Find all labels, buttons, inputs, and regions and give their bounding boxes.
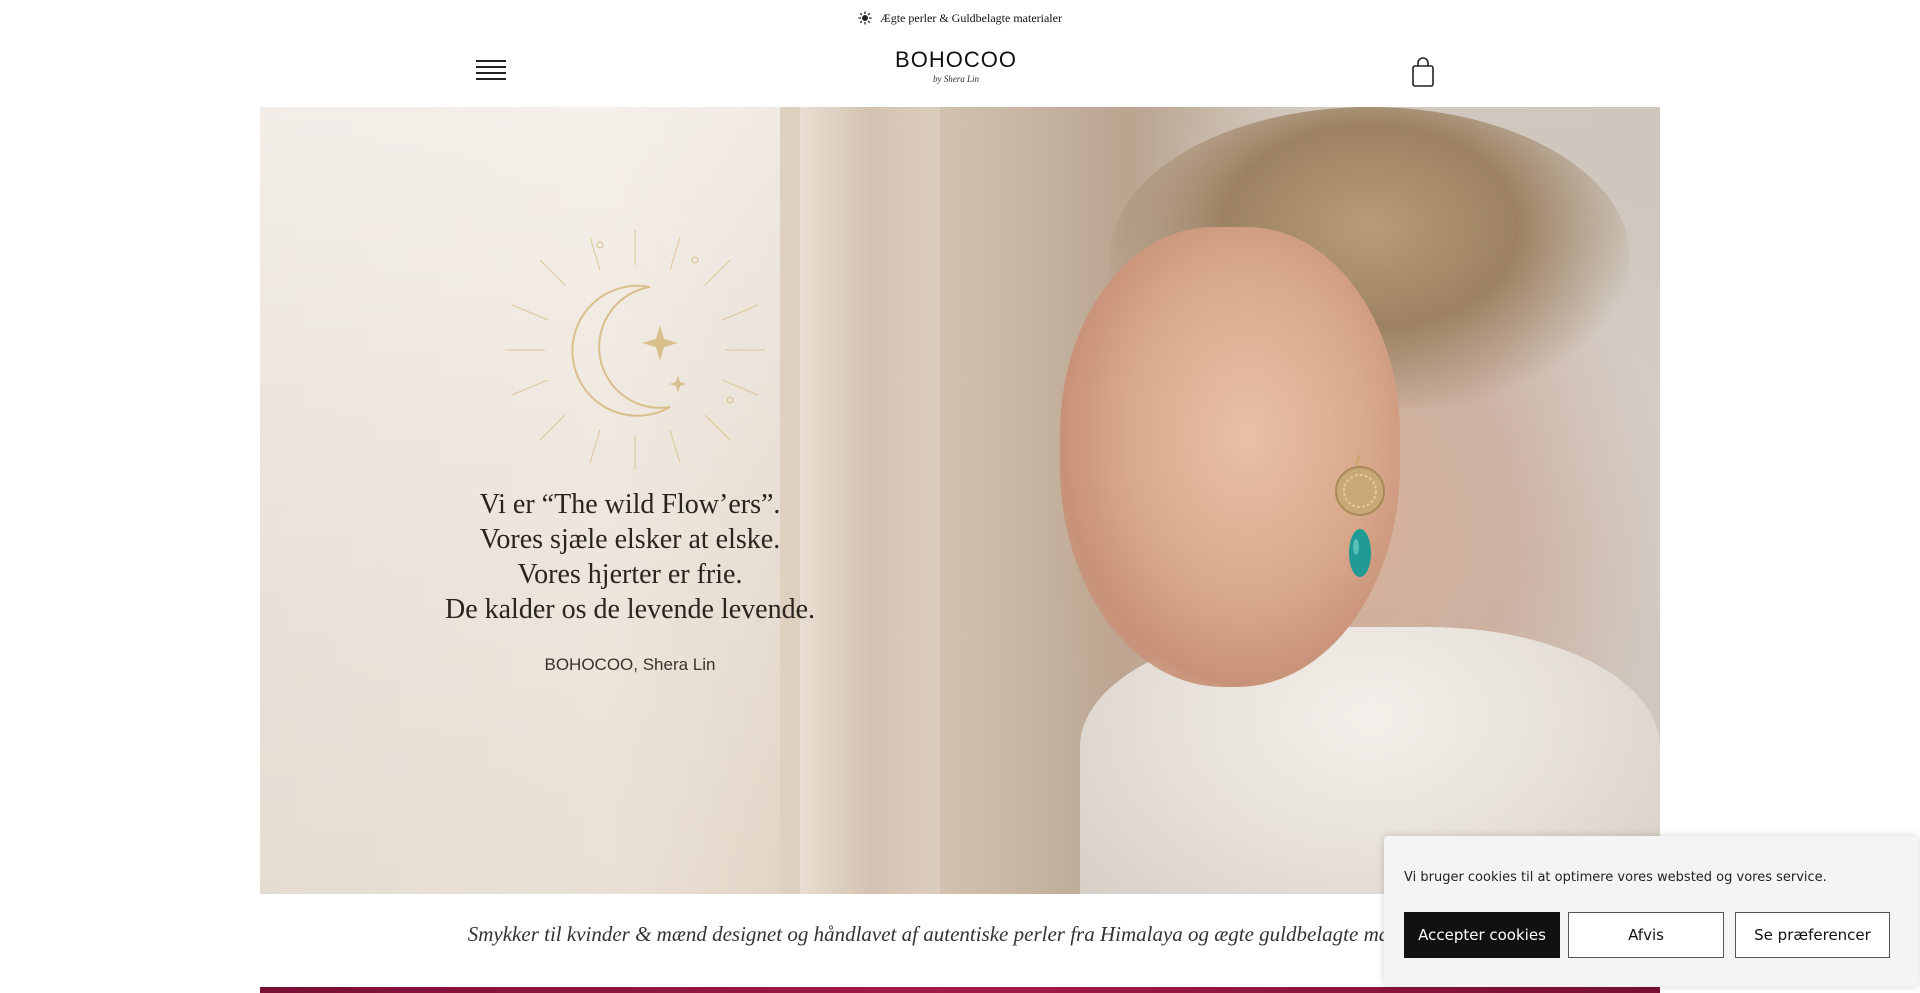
announcement-bar: Ægte perler & Guldbelagte materialer	[0, 0, 1920, 36]
decline-cookies-button[interactable]: Afvis	[1568, 912, 1724, 958]
announcement-text: Ægte perler & Guldbelagte materialer	[880, 10, 1062, 25]
hero-signature: BOHOCOO, Shera Lin	[544, 655, 716, 674]
hero-quote: Vi er “The wild Flow’ers”. Vores sjæle e…	[410, 487, 850, 627]
hamburger-menu-icon[interactable]	[476, 56, 508, 84]
logo-byline: by Shera Lin	[933, 74, 979, 84]
moon-sunburst-icon	[505, 230, 765, 470]
next-section-preview	[260, 987, 1660, 993]
cookie-preferences-button[interactable]: Se præferencer	[1735, 912, 1890, 958]
quote-line: Vi er “The wild Flow’ers”.	[479, 489, 781, 520]
accept-cookies-button[interactable]: Accepter cookies	[1404, 912, 1560, 958]
hero-banner[interactable]: Vi er “The wild Flow’ers”. Vores sjæle e…	[260, 107, 1660, 894]
logo-wordmark: BOHOCOO	[895, 47, 1017, 72]
sun-icon	[858, 11, 872, 25]
cookie-message: Vi bruger cookies til at optimere vores …	[1404, 870, 1827, 885]
shopping-bag-icon[interactable]	[1410, 56, 1436, 88]
site-header: BOHOCOO by Shera Lin	[0, 36, 1920, 106]
earring-image	[1335, 454, 1385, 577]
cookie-banner: Vi bruger cookies til at optimere vores …	[1384, 836, 1918, 986]
quote-line: De kalder os de levende levende.	[444, 594, 816, 625]
quote-line: Vores sjæle elsker at elske.	[479, 524, 781, 555]
quote-line: Vores hjerter er frie.	[517, 559, 743, 590]
site-logo[interactable]: BOHOCOO by Shera Lin	[894, 48, 1018, 92]
